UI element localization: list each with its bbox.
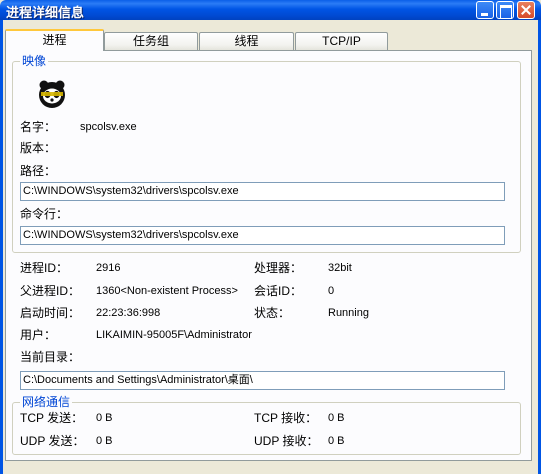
name-value: spcolsv.exe: [80, 121, 137, 133]
udp-recv-value: 0 B: [328, 435, 345, 447]
state-value: Running: [328, 307, 369, 319]
path-field[interactable]: C:\WINDOWS\system32\drivers\spcolsv.exe: [20, 182, 505, 201]
start-time-value: 22:23:36:998: [96, 307, 161, 319]
ppid-label: 父进程ID：: [20, 284, 81, 298]
panda-icon: [39, 80, 65, 108]
start-time-label: 启动时间：: [20, 306, 81, 320]
title-bar[interactable]: 进程详细信息: [0, 0, 541, 20]
cpu-label: 处理器：: [254, 261, 303, 275]
name-label: 名字：: [20, 120, 57, 134]
path-label: 路径：: [20, 164, 57, 178]
udp-recv-label: UDP 接收：: [254, 434, 319, 448]
cpu-value: 32bit: [328, 262, 352, 274]
image-group-title: 映像: [20, 54, 49, 68]
tab-threads[interactable]: 线程: [199, 32, 294, 50]
user-value: LIKAIMIN-95005F\Administrator: [96, 329, 252, 341]
udp-send-label: UDP 发送：: [20, 434, 85, 448]
cmdline-label: 命令行：: [20, 207, 69, 221]
minimize-button[interactable]: [476, 1, 494, 19]
window-title: 进程详细信息: [6, 5, 85, 20]
tab-tcpip[interactable]: TCP/IP: [295, 32, 388, 50]
tcp-send-value: 0 B: [96, 412, 113, 424]
cmdline-field[interactable]: C:\WINDOWS\system32\drivers\spcolsv.exe: [20, 226, 505, 245]
session-value: 0: [328, 285, 335, 297]
tab-process[interactable]: 进程: [5, 29, 104, 51]
udp-send-value: 0 B: [96, 435, 113, 447]
state-label: 状态：: [254, 306, 291, 320]
ppid-value: 1360<Non-existent Process>: [96, 285, 238, 297]
pid-label: 进程ID：: [20, 261, 69, 275]
pid-value: 2916: [96, 262, 121, 274]
maximize-button[interactable]: [496, 1, 514, 19]
cwd-field[interactable]: C:\Documents and Settings\Administrator\…: [20, 371, 505, 390]
tcp-recv-label: TCP 接收：: [254, 411, 318, 425]
tcp-send-label: TCP 发送：: [20, 411, 84, 425]
image-group: [12, 61, 521, 253]
cwd-label: 当前目录：: [20, 350, 81, 364]
session-label: 会话ID：: [254, 284, 303, 298]
user-label: 用户：: [20, 328, 57, 342]
window-border-left: [0, 20, 3, 474]
network-group-title: 网络通信: [20, 395, 73, 409]
close-button[interactable]: [517, 1, 535, 19]
tab-task-group[interactable]: 任务组: [104, 32, 198, 50]
version-label: 版本：: [20, 141, 57, 155]
tcp-recv-value: 0 B: [328, 412, 345, 424]
